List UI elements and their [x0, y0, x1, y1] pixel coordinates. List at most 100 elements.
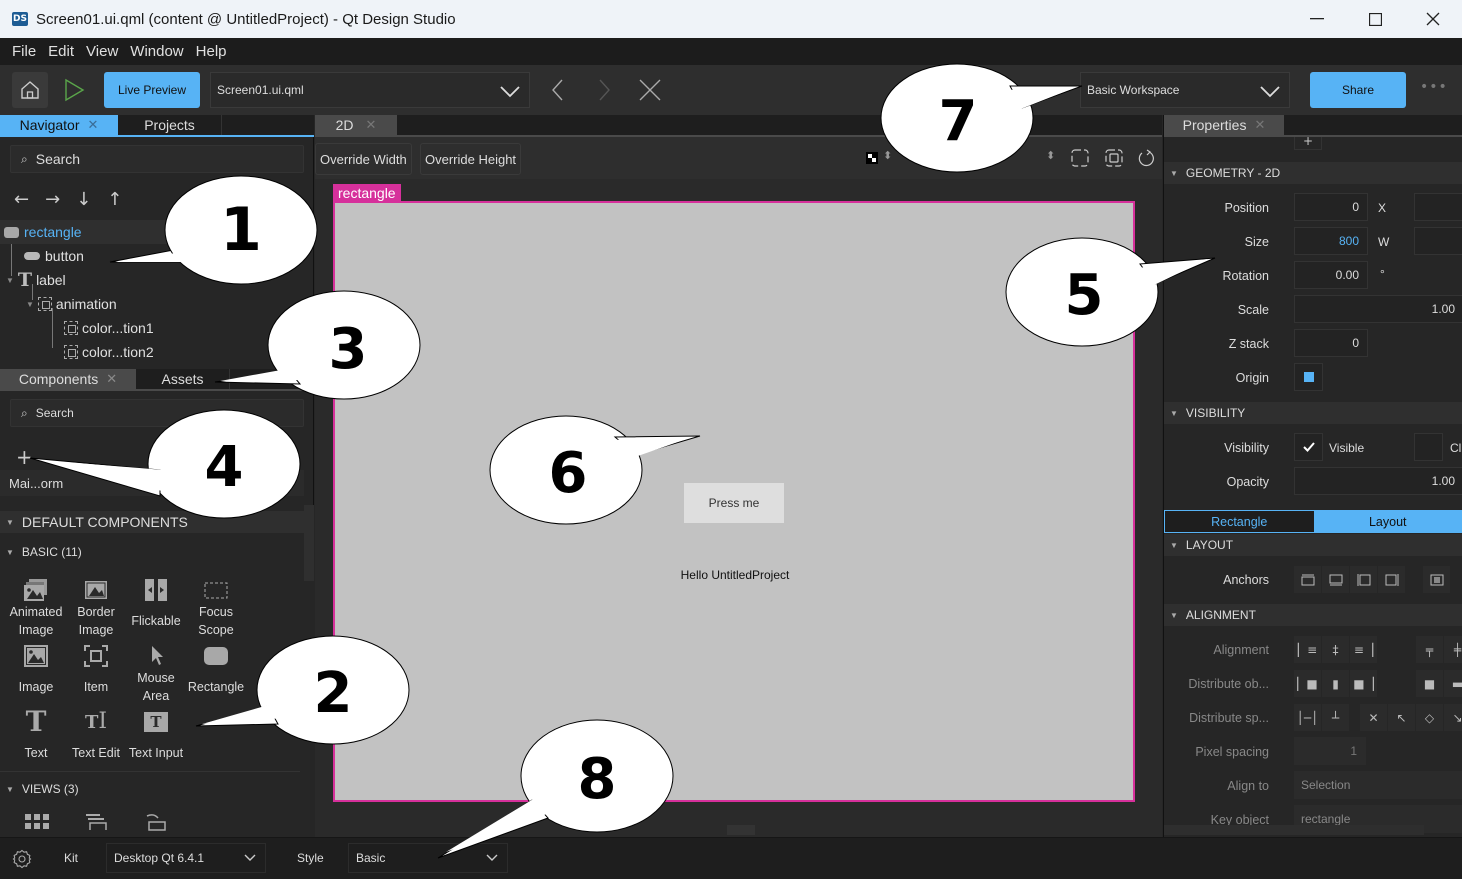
- geometry-section-header[interactable]: ▼ GEOMETRY - 2D: [1164, 162, 1462, 184]
- basic-header[interactable]: ▼ BASIC (11): [0, 542, 304, 562]
- background-stepper-icon[interactable]: ⬍: [883, 149, 892, 162]
- size-height-field[interactable]: [1414, 227, 1462, 255]
- distribute-topleft-button[interactable]: ↖: [1388, 704, 1415, 731]
- clip-checkbox[interactable]: [1414, 433, 1443, 461]
- grid-view-icon[interactable]: [24, 813, 50, 831]
- segment-rectangle[interactable]: Rectangle: [1165, 511, 1314, 532]
- fit-to-view-icon[interactable]: [1071, 149, 1089, 167]
- alignment-section-header[interactable]: ▼ ALIGNMENT: [1164, 604, 1462, 626]
- home-button[interactable]: [12, 72, 48, 108]
- component-focus-scope[interactable]: Focus Scope: [186, 577, 246, 639]
- canvas-horizontal-scrollbar[interactable]: [727, 825, 755, 835]
- align-to-dropdown[interactable]: Selection: [1294, 771, 1462, 799]
- scale-field[interactable]: 1.00: [1294, 295, 1462, 323]
- size-width-field[interactable]: 800: [1294, 227, 1368, 255]
- default-components-header[interactable]: ▼ DEFAULT COMPONENTS: [0, 511, 304, 533]
- maximize-button[interactable]: [1346, 0, 1404, 38]
- close-icon[interactable]: ✕: [88, 117, 99, 133]
- background-color-icon[interactable]: [866, 152, 878, 164]
- z-stack-field[interactable]: 0: [1294, 329, 1368, 357]
- component-text[interactable]: T Text: [6, 708, 66, 762]
- override-height-button[interactable]: Override Height: [420, 143, 522, 175]
- close-button[interactable]: [1404, 0, 1462, 38]
- distribute-bottomright-button[interactable]: ↘: [1444, 704, 1462, 731]
- distribute-top-button[interactable]: ■: [1416, 670, 1443, 697]
- distribute-vcenter-button[interactable]: ▬: [1444, 670, 1462, 697]
- component-item[interactable]: Item: [66, 643, 126, 696]
- component-text-edit[interactable]: TI Text Edit: [66, 709, 126, 762]
- component-animated-image[interactable]: Animated Image: [6, 577, 66, 639]
- components-search-input[interactable]: ⌕ Search: [10, 399, 304, 427]
- zoom-stepper-icon[interactable]: ⬍: [1046, 149, 1055, 162]
- position-x-field[interactable]: 0: [1294, 193, 1368, 221]
- anchor-top-button[interactable]: [1294, 566, 1321, 593]
- component-text-input[interactable]: T Text Input: [126, 709, 186, 762]
- tree-item-animation[interactable]: ▼ animation: [0, 292, 314, 316]
- anchor-fill-button[interactable]: [1423, 566, 1450, 593]
- component-image[interactable]: Image: [6, 643, 66, 696]
- more-options-icon[interactable]: •••: [1420, 79, 1448, 95]
- forward-icon[interactable]: [596, 78, 612, 102]
- align-right-button[interactable]: ≡▕: [1350, 636, 1377, 663]
- list-view-icon[interactable]: [84, 813, 110, 831]
- anchor-left-button[interactable]: [1350, 566, 1377, 593]
- expand-arrow-icon[interactable]: ▼: [26, 300, 34, 309]
- workspace-dropdown[interactable]: Basic Workspace: [1080, 72, 1290, 108]
- reset-view-icon[interactable]: [1137, 149, 1155, 167]
- distribute-center-button[interactable]: ◇: [1416, 704, 1443, 731]
- distribute-left-button[interactable]: ▏■: [1294, 670, 1321, 697]
- canvas-label[interactable]: Hello UntitledProject: [675, 568, 795, 582]
- tree-item-label[interactable]: ▼ T label: [0, 268, 314, 292]
- tree-item-button[interactable]: button: [0, 244, 314, 268]
- current-file-dropdown[interactable]: Screen01.ui.qml: [210, 72, 530, 108]
- menu-view[interactable]: View: [86, 43, 118, 60]
- module-item[interactable]: Mai...orm: [0, 470, 304, 496]
- anchor-bottom-button[interactable]: [1322, 566, 1349, 593]
- views-header[interactable]: ▼ VIEWS (3): [0, 779, 304, 799]
- align-top-button[interactable]: ╤: [1416, 636, 1443, 663]
- tree-item-color-animation-2[interactable]: color...tion2: [0, 340, 314, 364]
- component-flickable[interactable]: Flickable: [126, 577, 186, 630]
- path-view-icon[interactable]: [144, 813, 170, 831]
- visibility-section-header[interactable]: ▼ VISIBILITY: [1164, 402, 1462, 424]
- close-icon[interactable]: ✕: [366, 117, 377, 133]
- canvas-button[interactable]: Press me: [684, 483, 784, 523]
- tab-projects[interactable]: Projects: [118, 115, 222, 135]
- fit-selection-icon[interactable]: [1105, 149, 1123, 167]
- tab-assets[interactable]: Assets: [136, 369, 230, 389]
- components-scrollbar[interactable]: [304, 505, 314, 837]
- tab-properties[interactable]: Properties ✕: [1164, 115, 1284, 135]
- distribute-hcenter-button[interactable]: ▮: [1322, 670, 1349, 697]
- close-icon[interactable]: ✕: [1254, 117, 1265, 133]
- visible-checkbox[interactable]: [1294, 433, 1323, 461]
- distribute-right-button[interactable]: ■▕: [1350, 670, 1377, 697]
- component-rectangle[interactable]: Rectangle: [186, 643, 246, 696]
- arrow-right-icon[interactable]: →: [45, 189, 60, 210]
- menu-window[interactable]: Window: [130, 43, 183, 60]
- align-hcenter-button[interactable]: ‡: [1322, 636, 1349, 663]
- distribute-none-button[interactable]: ✕: [1360, 704, 1387, 731]
- close-icon[interactable]: ✕: [106, 371, 117, 387]
- live-preview-button[interactable]: Live Preview: [104, 72, 200, 108]
- anchor-right-button[interactable]: [1378, 566, 1405, 593]
- minimize-button[interactable]: [1288, 0, 1346, 38]
- opacity-field[interactable]: 1.00: [1294, 467, 1462, 495]
- origin-selector[interactable]: [1294, 363, 1323, 391]
- settings-gear-icon[interactable]: [12, 849, 32, 869]
- menu-edit[interactable]: Edit: [48, 43, 74, 60]
- tab-2d[interactable]: 2D ✕: [315, 115, 397, 135]
- menu-file[interactable]: File: [12, 43, 36, 60]
- distribute-spacing-v-button[interactable]: ┴: [1322, 704, 1349, 731]
- rotation-field[interactable]: 0.00: [1294, 261, 1368, 289]
- add-property-button[interactable]: +: [1294, 135, 1322, 150]
- arrow-left-icon[interactable]: ←: [14, 189, 29, 210]
- style-dropdown[interactable]: Basic: [348, 843, 508, 873]
- position-y-field[interactable]: [1414, 193, 1462, 221]
- tab-components[interactable]: Components ✕: [0, 369, 136, 389]
- arrow-down-icon[interactable]: ↓: [76, 189, 91, 210]
- kit-dropdown[interactable]: Desktop Qt 6.4.1: [106, 843, 266, 873]
- tree-item-color-animation-1[interactable]: color...tion1: [0, 316, 314, 340]
- align-vcenter-button[interactable]: ╪: [1444, 636, 1462, 663]
- align-left-button[interactable]: ▏≡: [1294, 636, 1321, 663]
- layout-section-header[interactable]: ▼ LAYOUT: [1164, 534, 1462, 556]
